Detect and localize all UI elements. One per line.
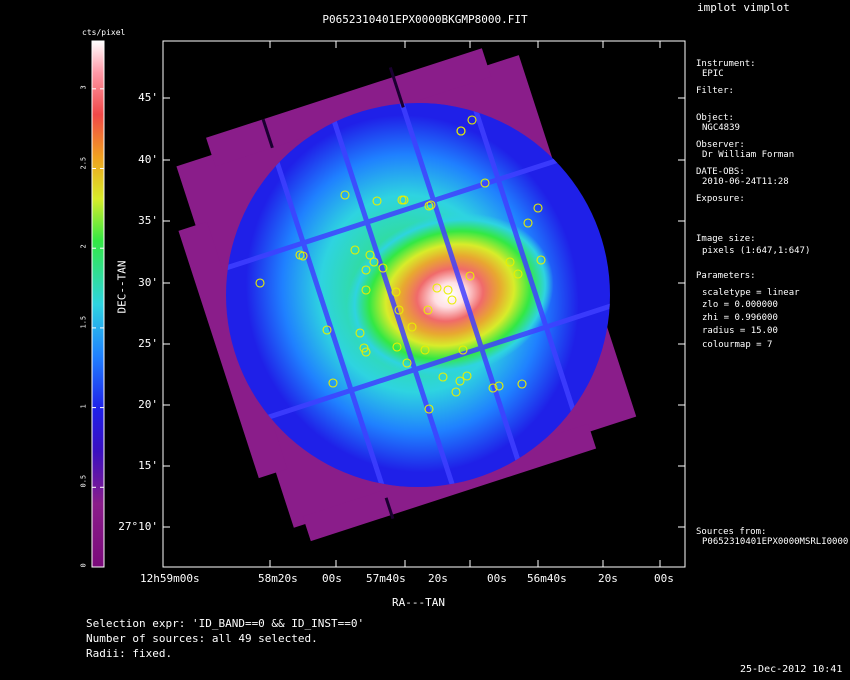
instrument-label: Instrument: bbox=[696, 59, 756, 69]
ra-tick-label: 00s bbox=[654, 572, 674, 585]
filter-label: Filter: bbox=[696, 86, 734, 96]
dateobs-value: 2010-06-24T11:28 bbox=[702, 177, 789, 187]
dec-tick-label: 20' bbox=[138, 398, 158, 411]
dec-tick-label: 40' bbox=[138, 153, 158, 166]
parameters-label: Parameters: bbox=[696, 271, 756, 281]
xray-image bbox=[176, 48, 637, 542]
ra-tick-label: 00s bbox=[487, 572, 507, 585]
selection-expr: Selection expr: 'ID_BAND==0 && ID_INST==… bbox=[86, 617, 365, 630]
exposure-label: Exposure: bbox=[696, 194, 745, 204]
selection-info: Selection expr: 'ID_BAND==0 && ID_INST==… bbox=[86, 616, 364, 661]
colorbar bbox=[91, 40, 105, 568]
ra-tick-label: 57m40s bbox=[366, 572, 406, 585]
param-radius: radius = 15.00 bbox=[702, 326, 778, 336]
imagesize-label: Image size: bbox=[696, 234, 756, 244]
timestamp: 25-Dec-2012 10:41 bbox=[740, 664, 843, 675]
object-value: NGC4839 bbox=[702, 123, 740, 133]
ra-tick-label: 20s bbox=[598, 572, 618, 585]
ra-tick-label: 00s bbox=[322, 572, 342, 585]
selection-count: Number of sources: all 49 selected. bbox=[86, 632, 318, 645]
dec-tick-label: 15' bbox=[138, 459, 158, 472]
sources-label: Sources from: bbox=[696, 527, 767, 537]
ra-tick-label: 12h59m00s bbox=[140, 572, 200, 585]
y-axis-label: DEC--TAN bbox=[115, 260, 129, 314]
dec-tick-label: 45' bbox=[138, 91, 158, 104]
dec-tick-label: 30' bbox=[138, 276, 158, 289]
colorbar-tick-label: 0.5 bbox=[79, 475, 88, 488]
dec-tick-label: 35' bbox=[138, 214, 158, 227]
x-axis-label: RA---TAN bbox=[392, 596, 445, 609]
observer-label: Observer: bbox=[696, 140, 745, 150]
sources-file: P0652310401EPX0000MSRLI0000.F bbox=[702, 537, 850, 547]
dateobs-label: DATE-OBS: bbox=[696, 167, 745, 177]
param-colourmap: colourmap = 7 bbox=[702, 340, 773, 350]
colorbar-tick-label: 2 bbox=[79, 244, 88, 249]
dec-tick-label: 25' bbox=[138, 337, 158, 350]
object-label: Object: bbox=[696, 113, 734, 123]
instrument-value: EPIC bbox=[702, 69, 724, 79]
ra-tick-label: 56m40s bbox=[527, 572, 567, 585]
colorbar-tick-label: 1.5 bbox=[79, 315, 88, 329]
colorbar-tick-label: 0 bbox=[79, 563, 88, 568]
colorbar-unit: cts/pixel bbox=[82, 28, 126, 37]
ra-tick-label: 58m20s bbox=[258, 572, 298, 585]
param-zhi: zhi = 0.996000 bbox=[702, 313, 778, 323]
ra-tick-label: 20s bbox=[428, 572, 448, 585]
dec-tick-label: 27°10' bbox=[118, 520, 158, 533]
param-scaletype: scaletype = linear bbox=[702, 288, 800, 298]
selection-radii: Radii: fixed. bbox=[86, 647, 173, 660]
param-zlo: zlo = 0.000000 bbox=[702, 300, 778, 310]
observer-value: Dr William Forman bbox=[702, 150, 795, 160]
colorbar-strip bbox=[92, 41, 104, 567]
imagesize-value: pixels (1:647,1:647) bbox=[702, 246, 811, 256]
colorbar-tick-label: 1 bbox=[79, 403, 88, 409]
colorbar-tick-label: 3 bbox=[79, 85, 88, 90]
colorbar-tick-label: 2.5 bbox=[79, 156, 88, 169]
